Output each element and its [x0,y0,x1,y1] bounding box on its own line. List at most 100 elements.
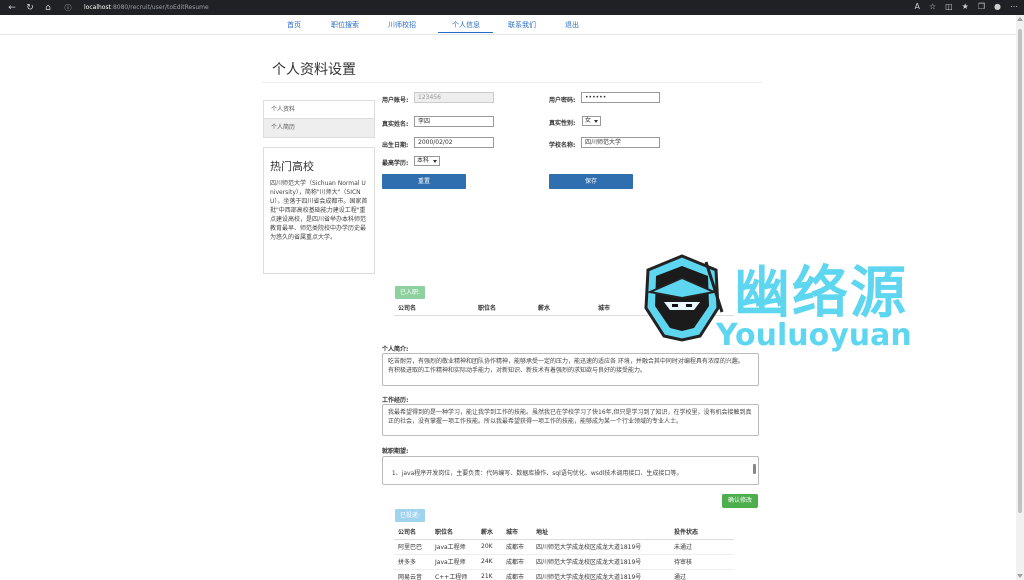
applied-col-status: 投件状态 [670,524,734,540]
watermark-en: Youluoyuan [716,318,912,353]
intro-textarea[interactable]: 吃苦耐劳，有强烈的敬业精神和团队协作精神，能够承受一定的压力，能迅速的适应各 环… [382,353,759,386]
cell-company: 拼多多 [394,553,431,569]
sidebar-item-profile[interactable]: 个人资料 [264,101,374,119]
browser-toolbar: ← ↻ ⌂ ⓘ localhost :8080/recruit/user/toE… [0,0,1024,15]
confirm-button[interactable]: 确认修改 [722,494,759,508]
nav-profile[interactable]: 个人信息 [452,20,480,30]
cell-position: C++工程师 [431,568,477,580]
reset-button[interactable]: 重置 [382,174,466,189]
save-button[interactable]: 保存 [549,174,633,189]
cell-company: 阿里巴巴 [394,538,431,554]
gender-label: 真实性别: [549,120,576,127]
name-label: 真实姓名: [382,121,409,128]
table-row: 拼多多 Java工程师 24K 成都市 四川师范大学成龙校区成龙大道1819号 … [394,553,734,569]
address-bar[interactable]: localhost :8080/recruit/user/toEditResum… [84,4,209,11]
top-nav: 首页 职位搜索 川师校招 个人信息 联系我们 退出 [0,15,1016,35]
account-field: 123456 [414,92,494,103]
cell-company: 网易云音 [394,568,431,580]
table-row: 网易云音 C++工程师 21K 成都市 四川师范大学成龙校区成龙大道1819号 … [394,568,734,580]
school-field[interactable]: 四川师范大学 [581,137,660,148]
title-divider [262,82,762,83]
cell-status: 通过 [670,568,734,580]
chevron-down-icon [433,160,437,163]
nav-home[interactable]: 首页 [287,20,301,30]
experience-textarea[interactable]: 我最希望得到的是一种学习，能让我学到工作的技能。虽然我已在学校学习了快16年,但… [382,404,759,436]
expect-textarea[interactable]: 1、java程序开发岗位，主要负责：代码编写、数据库操作、sql语句优化、wsd… [382,456,759,485]
cell-address: 四川师范大学成龙校区成龙大道1819号 [532,553,670,569]
cell-city: 成都市 [502,553,532,569]
nav-job-search[interactable]: 职位搜索 [331,20,359,30]
applied-tag: 已投递: [395,509,426,522]
chevron-down-icon [594,120,598,123]
hired-tag: 已入职: [395,286,426,299]
textarea-scrollbar[interactable] [753,458,757,483]
url-path: :8080/recruit/user/toEditResume [110,4,209,11]
cell-status: 未通过 [670,538,734,554]
hot-schools-panel: 热门高校 四川师范大学（Sichuan Normal University），简… [263,147,375,274]
scroll-down-icon[interactable] [1017,574,1023,578]
expect-label: 就职期望: [382,448,409,455]
nav-active-indicator [438,32,493,33]
intro-label: 个人简介: [382,346,409,353]
cell-city: 成都市 [502,538,532,554]
reader-icon[interactable]: A [914,2,919,11]
hired-col-company: 公司名 [394,300,474,316]
nav-logout[interactable]: 退出 [565,20,579,30]
edu-select[interactable]: 本科 [414,156,440,166]
profile-icon[interactable]: ● [994,2,1001,11]
cell-salary: 21K [477,568,502,580]
collections-icon[interactable]: ❐ [978,2,985,11]
password-field[interactable]: •••••• [581,92,660,103]
applied-col-position: 职位名 [431,524,477,540]
ninja-logo-icon [644,254,724,342]
account-label: 用户账号: [382,97,409,104]
password-label: 用户密码: [549,97,576,104]
cell-city: 成都市 [502,568,532,580]
site-info-icon[interactable]: ⓘ [62,2,74,14]
watermark-cn: 幽络源 [734,261,908,326]
url-host: localhost [84,4,111,11]
nav-contact[interactable]: 联系我们 [508,20,536,30]
applied-col-company: 公司名 [394,524,431,540]
applied-col-salary: 薪水 [477,524,502,540]
hired-col-position: 职位名 [474,300,534,316]
more-icon[interactable]: ⋯ [1010,2,1018,11]
expect-text: 1、java程序开发岗位，主要负责：代码编写、数据库操作、sql语句优化、wsd… [391,470,683,477]
cell-address: 四川师范大学成龙校区成龙大道1819号 [532,538,670,554]
table-row: 阿里巴巴 Java工程师 20K 成都市 四川师范大学成龙校区成龙大道1819号… [394,538,734,554]
hot-schools-title: 热门高校 [270,160,314,173]
applied-col-address: 地址 [532,524,670,540]
cell-address: 四川师范大学成龙校区成龙大道1819号 [532,568,670,580]
applied-col-city: 城市 [502,524,532,540]
birth-field[interactable]: 2000/02/02 [414,137,494,148]
hot-schools-text: 四川师范大学（Sichuan Normal University），简称"川师大… [270,180,368,241]
sidebar-item-resume[interactable]: 个人简历 [264,119,374,137]
applied-table: 公司名 职位名 薪水 城市 地址 投件状态 阿里巴巴 Java工程师 20K 成… [394,524,734,580]
page-scrollbar[interactable] [1016,15,1024,580]
cell-position: Java工程师 [431,538,477,554]
page-title: 个人资料设置 [272,62,356,78]
scroll-up-icon[interactable] [1017,17,1023,21]
cell-salary: 20K [477,538,502,554]
textarea-scroll-thumb[interactable] [753,464,756,474]
split-icon[interactable]: ◫ [945,2,953,11]
nav-campus[interactable]: 川师校招 [388,20,416,30]
edu-value: 本科 [417,157,430,164]
favorites-icon[interactable]: ★ [962,2,969,11]
scroll-thumb[interactable] [1018,29,1022,513]
cell-salary: 24K [477,553,502,569]
favorite-icon[interactable]: ☆ [929,2,936,11]
cell-status: 待审核 [670,553,734,569]
hired-col-salary: 薪水 [534,300,594,316]
school-label: 学校名称: [549,142,576,149]
gender-value: 女 [585,117,592,124]
birth-label: 出生日期: [382,142,409,149]
back-icon[interactable]: ← [6,2,18,14]
gender-select[interactable]: 女 [582,116,601,126]
browser-actions: A ☆ ◫ ★ ❐ ● ⋯ [914,2,1018,11]
experience-label: 工作经历: [382,397,409,404]
name-field[interactable]: 李四 [414,116,494,127]
cell-position: Java工程师 [431,553,477,569]
reload-icon[interactable]: ↻ [24,2,36,14]
home-icon[interactable]: ⌂ [42,2,54,14]
